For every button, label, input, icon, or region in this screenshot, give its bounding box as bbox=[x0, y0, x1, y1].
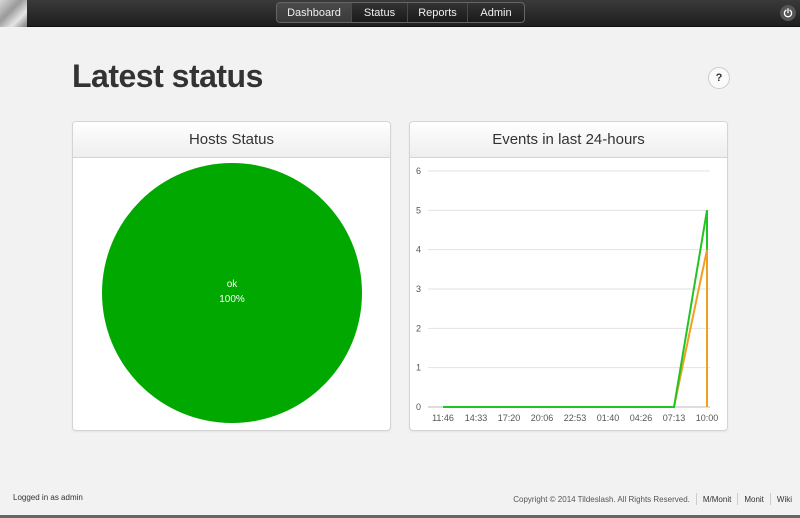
y-tick-0: 0 bbox=[416, 402, 421, 412]
y-tick-5: 5 bbox=[416, 205, 421, 215]
nav-admin[interactable]: Admin bbox=[467, 3, 524, 22]
y-tick-2: 2 bbox=[416, 323, 421, 333]
copyright-text: Copyright © 2014 Tildeslash. All Rights … bbox=[513, 494, 690, 504]
x-tick-4: 22:53 bbox=[564, 413, 587, 423]
x-tick-1: 14:33 bbox=[465, 413, 488, 423]
events-line-chart: 0 1 2 3 4 5 6 11:46 14:33 17:20 20:06 22:53 01:40 04:… bbox=[410, 159, 727, 430]
series-line-1 bbox=[443, 210, 708, 408]
footer-divider bbox=[769, 493, 771, 505]
hosts-status-title: Hosts Status bbox=[73, 122, 390, 158]
footer-divider bbox=[737, 493, 739, 505]
x-tick-7: 07:13 bbox=[663, 413, 686, 423]
pie-label-ok: ok bbox=[227, 279, 239, 290]
x-tick-0: 11:46 bbox=[432, 413, 454, 423]
line-svg: 0 1 2 3 4 5 6 11:46 14:33 17:20 20:06 22:53 01:40 04:… bbox=[416, 166, 719, 423]
nav-reports[interactable]: Reports bbox=[407, 3, 467, 22]
hosts-pie-chart: ok 100% bbox=[73, 159, 390, 430]
y-tick-3: 3 bbox=[416, 284, 421, 294]
x-tick-8: 10:00 bbox=[696, 413, 719, 423]
main-nav: Dashboard Status Reports Admin bbox=[276, 2, 525, 23]
pie-svg: ok 100% bbox=[102, 163, 362, 423]
x-tick-3: 20:06 bbox=[531, 413, 554, 423]
nav-dashboard[interactable]: Dashboard bbox=[277, 3, 351, 22]
page-title: Latest status bbox=[72, 58, 263, 94]
footer-link-mmonit[interactable]: M/Monit bbox=[703, 495, 731, 504]
footer-divider bbox=[695, 493, 697, 505]
x-tick-5: 01:40 bbox=[597, 413, 620, 423]
y-tick-1: 1 bbox=[416, 363, 421, 373]
top-bar: Dashboard Status Reports Admin bbox=[0, 0, 800, 27]
power-icon[interactable] bbox=[780, 5, 796, 21]
footer-link-monit[interactable]: Monit bbox=[744, 495, 764, 504]
logged-in-text: Logged in as admin bbox=[13, 493, 83, 502]
y-tick-6: 6 bbox=[416, 166, 421, 176]
power-glyph bbox=[783, 8, 793, 18]
x-tick-2: 17:20 bbox=[498, 413, 521, 423]
footer-link-wiki[interactable]: Wiki bbox=[777, 495, 792, 504]
nav-status[interactable]: Status bbox=[351, 3, 407, 22]
pie-percent-ok: 100% bbox=[219, 294, 245, 305]
x-tick-6: 04:26 bbox=[630, 413, 653, 423]
hosts-status-panel: Hosts Status ok 100% bbox=[72, 121, 391, 431]
help-button[interactable]: ? bbox=[708, 67, 730, 89]
events-title: Events in last 24-hours bbox=[410, 122, 727, 158]
y-tick-4: 4 bbox=[416, 245, 421, 255]
footer-links: Copyright © 2014 Tildeslash. All Rights … bbox=[513, 493, 792, 505]
app-logo[interactable] bbox=[0, 0, 27, 27]
events-panel: Events in last 24-hours 0 1 2 3 4 5 6 11:46 14:3… bbox=[409, 121, 728, 431]
pie-slice-ok bbox=[102, 163, 362, 423]
